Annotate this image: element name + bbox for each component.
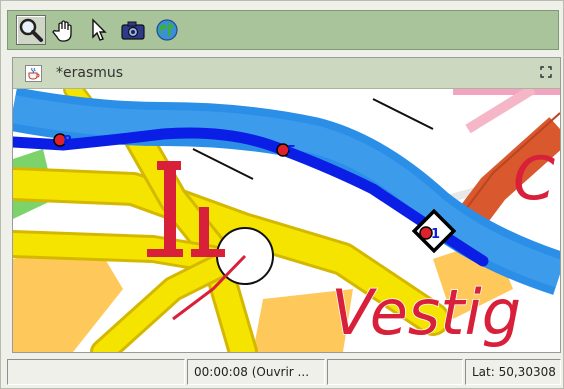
map-label-partial: C\ bbox=[513, 144, 560, 214]
java-cup-icon bbox=[25, 64, 42, 82]
pink-strip bbox=[453, 89, 560, 95]
application-window: *erasmus 8 5 1 Vestig C 00:00:08 (Ouvrir… bbox=[0, 0, 564, 389]
globe-tool-button[interactable] bbox=[152, 15, 182, 45]
window-title: *erasmus bbox=[56, 65, 124, 81]
status-field-message bbox=[7, 359, 185, 385]
pan-tool-button[interactable] bbox=[50, 15, 80, 45]
waypoint-label: 5 bbox=[287, 144, 296, 159]
camera-icon bbox=[121, 21, 145, 40]
map-canvas[interactable]: 8 5 1 Vestig C\ bbox=[13, 89, 560, 352]
internal-window-titlebar[interactable]: *erasmus bbox=[13, 58, 560, 89]
capture-tool-button[interactable] bbox=[118, 15, 148, 45]
maximize-icon[interactable] bbox=[540, 66, 552, 78]
status-bar: 00:00:08 (Ouvrir ... Lat: 50,30308 bbox=[7, 359, 561, 385]
map-internal-window: *erasmus 8 5 1 Vestig C bbox=[12, 57, 561, 353]
status-field-time: 00:00:08 (Ouvrir ... bbox=[187, 359, 325, 385]
waypoint-label: 8 bbox=[63, 134, 72, 149]
map-label-town: Vestig bbox=[331, 276, 521, 349]
status-field-empty bbox=[327, 359, 463, 385]
hand-icon bbox=[52, 20, 72, 42]
toolbar bbox=[7, 10, 559, 50]
select-tool-button[interactable] bbox=[84, 15, 114, 45]
arrow-pointer-icon bbox=[92, 18, 107, 41]
globe-icon bbox=[156, 19, 178, 41]
status-field-coordinates: Lat: 50,30308 bbox=[465, 359, 561, 385]
magnifier-icon bbox=[19, 18, 43, 42]
waypoint-label: 1 bbox=[431, 227, 440, 242]
zoom-tool-button[interactable] bbox=[16, 15, 46, 45]
